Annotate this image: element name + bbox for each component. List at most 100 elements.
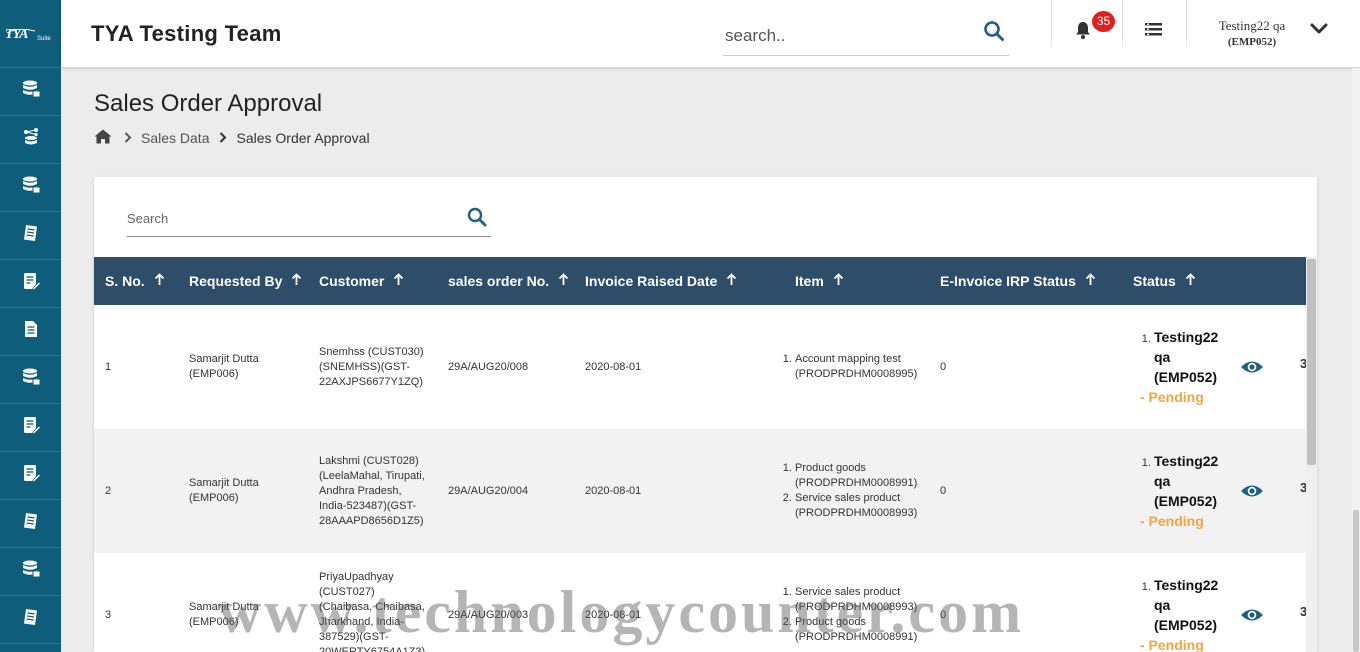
table-row: 3 Samarjit Dutta (EMP006) PriyaUpadhyay (CUS… [94, 553, 1307, 652]
table-scrollbar[interactable] [1306, 257, 1317, 652]
column-header[interactable]: Requested By [189, 273, 302, 289]
sales-order-no[interactable]: 29A/AUG20/003 [448, 608, 528, 623]
form-edit-icon [21, 415, 41, 440]
item-line: (PRODPRDHM0008991) [795, 477, 918, 489]
sort-arrow-up-icon[interactable] [1085, 273, 1096, 289]
column-header-label: Customer [319, 273, 385, 289]
table-row: 2 Samarjit Dutta (EMP006) Lakshmi (CUST028)… [94, 429, 1307, 553]
sidebar-item-11[interactable] [0, 548, 61, 596]
approval-status: Testing22 qa (EMP052) - Pending [1140, 451, 1230, 531]
sidebar-item-4[interactable] [0, 212, 61, 260]
sort-arrow-up-icon[interactable] [833, 273, 844, 289]
column-header-label: S. No. [105, 273, 145, 289]
approver-line: (EMP052) [1154, 369, 1218, 385]
notification-badge: 35 [1092, 11, 1115, 32]
svg-text:Suite: Suite [37, 36, 51, 42]
sales-order-no[interactable]: 29A/AUG20/004 [448, 484, 528, 499]
database-icon [21, 559, 41, 584]
user-profile[interactable]: Testing22 qa (EMP052) [1207, 18, 1297, 50]
item-line: (PRODPRDHM0008995) [795, 368, 918, 380]
sidebar-item-8[interactable] [0, 404, 61, 452]
column-header[interactable]: S. No. [105, 273, 165, 289]
eye-icon[interactable] [1240, 359, 1264, 378]
scrollbar-thumb[interactable] [1353, 510, 1359, 652]
row-serial-no: 1 [105, 361, 112, 373]
approval-status: Testing22 qa (EMP052) - Pending [1140, 327, 1230, 407]
customer-line: Jharkhand, India- [319, 616, 404, 628]
customer-line: 387529)(GST- [319, 631, 389, 643]
sidebar-item-5[interactable] [0, 260, 61, 308]
sidebar-item-9[interactable] [0, 452, 61, 500]
requested-by-line: (EMP006) [189, 368, 239, 380]
customer-line: 22AXJPS6677Y1ZQ) [319, 375, 423, 388]
breadcrumb-sales-data[interactable]: Sales Data [141, 130, 209, 146]
irp-status: 0 [940, 361, 947, 373]
breadcrumb-current: Sales Order Approval [236, 130, 370, 146]
sales-order-no[interactable]: 29A/AUG20/008 [448, 360, 528, 375]
column-header[interactable]: Customer [319, 273, 404, 289]
item-line: (PRODPRDHM0008993) [795, 601, 918, 613]
sidebar-item-2[interactable] [0, 116, 61, 164]
item-entry: Service sales product (PRODPRDHM0008993) [795, 491, 917, 521]
scrollbar-thumb[interactable] [1307, 259, 1316, 465]
tya-suite-logo[interactable]: TYA Suite [0, 0, 61, 68]
sidebar-item-10[interactable] [0, 500, 61, 548]
customer: Snemhss (CUST030) (SNEMHSS)(GST- 22AXJPS66… [319, 345, 424, 390]
sidebar-item-12[interactable] [0, 596, 61, 644]
database-share-icon [21, 127, 41, 152]
requested-by: Samarjit Dutta (EMP006) [189, 600, 259, 630]
bell-icon[interactable] [1073, 20, 1093, 45]
column-header[interactable]: E-Invoice IRP Status [940, 273, 1096, 289]
sidebar-item-7[interactable] [0, 356, 61, 404]
column-header[interactable]: Item [795, 273, 844, 289]
item-line: Service sales product [795, 586, 901, 598]
page-scrollbar[interactable] [1352, 68, 1360, 652]
sort-arrow-up-icon[interactable] [558, 273, 569, 289]
invoice-date: 2020-08-01 [585, 485, 642, 497]
item-list: Account mapping test (PRODPRDHM0008995) [784, 352, 917, 382]
eye-icon[interactable] [1240, 607, 1264, 626]
requested-by-line: Samarjit Dutta [189, 477, 259, 489]
sidebar-item-1[interactable] [0, 68, 61, 116]
menu-list-icon[interactable] [1145, 22, 1162, 42]
customer-line: India-523487)(GST- [319, 499, 417, 512]
sidebar-item-3[interactable] [0, 164, 61, 212]
requested-by: Samarjit Dutta (EMP006) [189, 476, 259, 506]
sidebar-item-6[interactable] [0, 308, 61, 356]
chevron-right-icon [124, 130, 132, 146]
search-icon[interactable] [983, 20, 1005, 47]
table-search-input[interactable] [127, 211, 427, 226]
eye-icon[interactable] [1240, 483, 1264, 502]
item-list: Service sales product (PRODPRDHM0008993) P… [784, 585, 917, 645]
row-serial-no: 3 [105, 609, 112, 621]
customer-line: 20WERTY6754A1Z3) [319, 646, 426, 652]
column-header[interactable]: Invoice Raised Date [585, 273, 737, 289]
column-header[interactable]: Status [1133, 273, 1196, 289]
sort-arrow-up-icon[interactable] [726, 273, 737, 289]
table-row: 1 Samarjit Dutta (EMP006) Snemhss (CUST030)… [94, 305, 1307, 429]
approver-line: qa [1154, 349, 1171, 365]
customer-line: 28AAAPD8656D1Z5) [319, 514, 424, 527]
approver-line: Testing22 [1154, 329, 1219, 345]
column-header[interactable]: sales order No. [448, 273, 569, 289]
chevron-right-icon [219, 130, 227, 146]
global-search-input[interactable] [725, 26, 965, 46]
sort-arrow-up-icon[interactable] [154, 273, 165, 289]
search-icon[interactable] [467, 207, 487, 232]
database-icon [21, 79, 41, 104]
customer: Lakshmi (CUST028) (LeelaMahal, Tirupati, A… [319, 454, 425, 529]
sort-arrow-up-icon[interactable] [393, 273, 404, 289]
sort-arrow-up-icon[interactable] [291, 273, 302, 289]
item-line: Product goods [795, 616, 866, 628]
item-entry: Product goods (PRODPRDHM0008991) [795, 461, 917, 491]
requested-by-line: (EMP006) [189, 492, 239, 504]
item-line: (PRODPRDHM0008991) [795, 631, 918, 643]
sort-arrow-up-icon[interactable] [1185, 273, 1196, 289]
home-icon[interactable] [94, 129, 112, 147]
column-header-label: E-Invoice IRP Status [940, 273, 1076, 289]
item-line: (PRODPRDHM0008993) [795, 507, 918, 519]
column-header-label: Item [795, 273, 824, 289]
header-divider [1122, 0, 1123, 47]
table-search [127, 201, 491, 237]
chevron-down-icon[interactable] [1310, 22, 1328, 41]
